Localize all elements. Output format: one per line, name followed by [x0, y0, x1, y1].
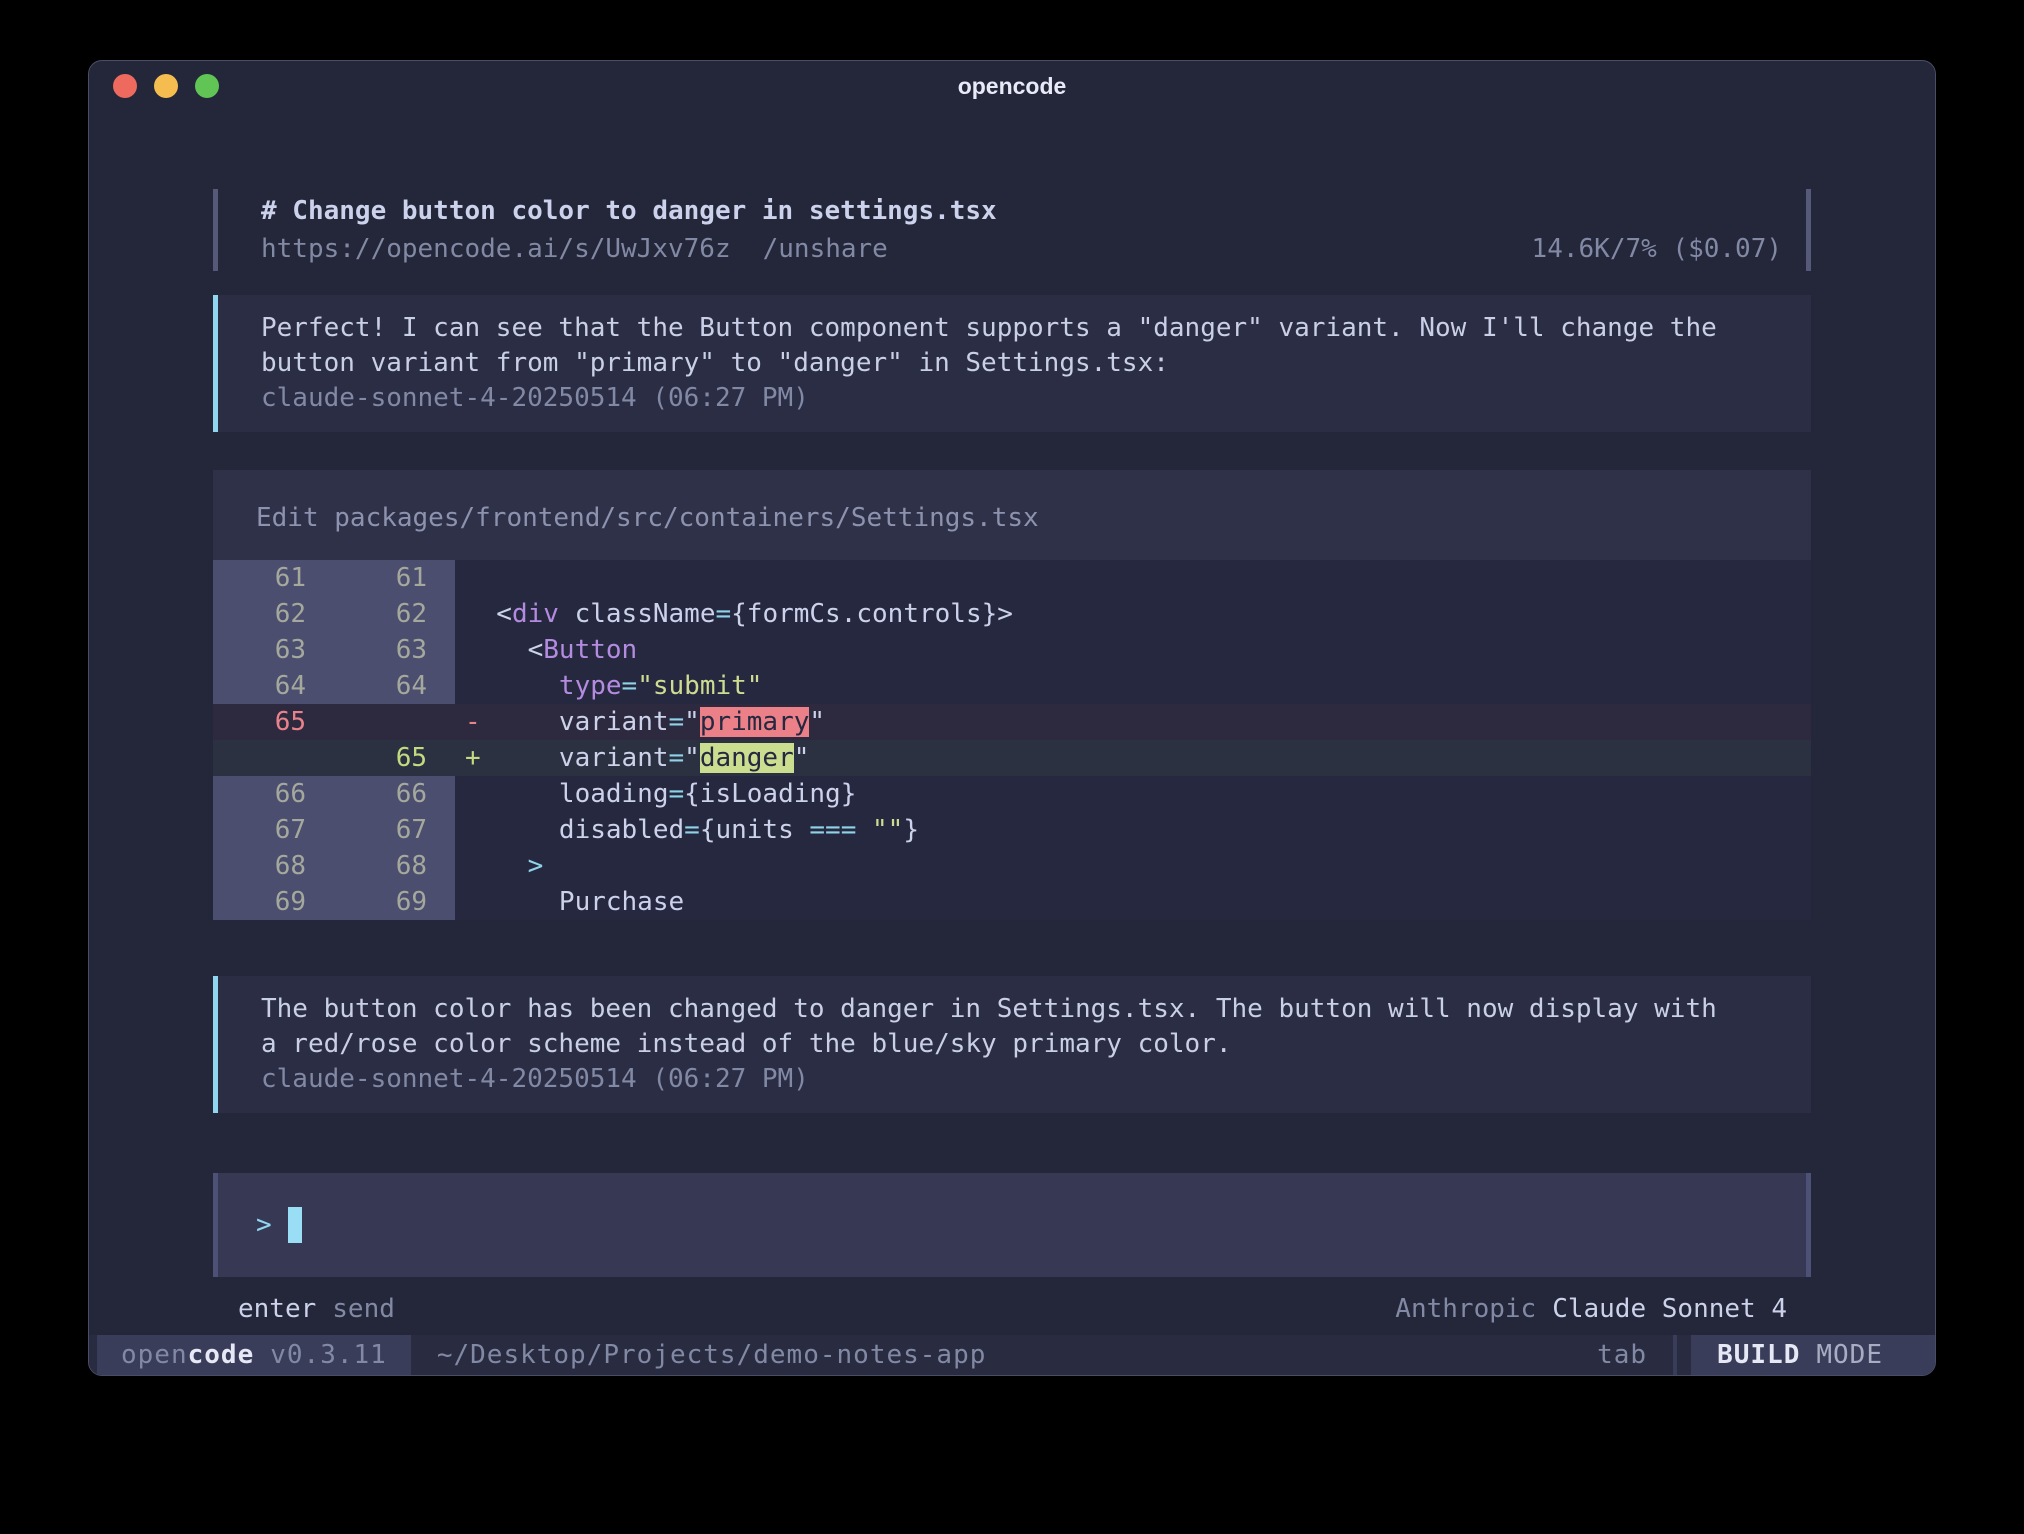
mode-build-label: BUILD — [1717, 1340, 1800, 1370]
diff-row: 6464 type="submit" — [213, 668, 1811, 704]
unshare-command: /unshare — [763, 234, 888, 264]
diff-code-line: disabled={units === ""} — [455, 812, 1811, 848]
diff-line-number-old — [213, 740, 334, 776]
diff-line-number-new: 66 — [334, 776, 455, 812]
diff-code-line: loading={isLoading} — [455, 776, 1811, 812]
diff-rows: 61616262 <div className={formCs.controls… — [213, 560, 1811, 920]
diff-line-number-new: 65 — [334, 740, 455, 776]
diff-code-line: - variant="primary" — [455, 704, 1811, 740]
diff-line-number-new: 69 — [334, 884, 455, 920]
window-title: opencode — [89, 61, 1935, 111]
diff-code-line: <Button — [455, 632, 1811, 668]
edit-tool-panel: Edit packages/frontend/src/containers/Se… — [213, 470, 1811, 920]
session-share-url[interactable]: https://opencode.ai/s/UwJxv76z — [261, 234, 731, 264]
diff-row: 6767 disabled={units === ""} — [213, 812, 1811, 848]
diff-code-line: > — [455, 848, 1811, 884]
diff-code-line: type="submit" — [455, 668, 1811, 704]
mode-indicator[interactable]: BUILD MODE — [1691, 1335, 1935, 1375]
send-action-label: send — [332, 1294, 395, 1324]
enter-key-label: enter — [238, 1294, 316, 1324]
diff-line-number-new: 67 — [334, 812, 455, 848]
diff-row: 6666 loading={isLoading} — [213, 776, 1811, 812]
diff-line-number-old: 64 — [213, 668, 334, 704]
diff-line-number-old: 67 — [213, 812, 334, 848]
diff-line-number-new: 62 — [334, 596, 455, 632]
diff-line-number-new — [334, 704, 455, 740]
diff-line-number-old: 66 — [213, 776, 334, 812]
diff-line-number-new: 61 — [334, 560, 455, 596]
diff-line-number-new: 64 — [334, 668, 455, 704]
hints-row: enter send Anthropic Claude Sonnet 4 — [213, 1291, 1811, 1327]
app-name-open: open — [121, 1340, 188, 1370]
prompt-symbol: > — [256, 1210, 272, 1240]
diff-row: 6262 <div className={formCs.controls}> — [213, 596, 1811, 632]
diff-line-number-new: 63 — [334, 632, 455, 668]
tab-key-hint: tab — [1597, 1340, 1647, 1370]
app-version: v0.3.11 — [270, 1340, 387, 1370]
message-text: Perfect! I can see that the Button compo… — [261, 311, 1811, 381]
diff-row: 6363 <Button — [213, 632, 1811, 668]
app-version-chip: opencode v0.3.11 — [97, 1335, 411, 1375]
diff-line-number-old: 62 — [213, 596, 334, 632]
mode-mode-label: MODE — [1816, 1340, 1883, 1370]
diff-row: 6969 Purchase — [213, 884, 1811, 920]
assistant-message: The button color has been changed to dan… — [213, 976, 1811, 1113]
diff-line-number-old: 65 — [213, 704, 334, 740]
statusbar: opencode v0.3.11 ~/Desktop/Projects/demo-… — [89, 1335, 1935, 1375]
titlebar: opencode — [89, 61, 1935, 111]
diff-code-line: Purchase — [455, 884, 1811, 920]
share-info: https://opencode.ai/s/UwJxv76z/unshare — [261, 230, 888, 268]
prompt-input[interactable]: > — [213, 1173, 1811, 1277]
message-text: The button color has been changed to dan… — [261, 992, 1811, 1062]
diff-code-line: <div className={formCs.controls}> — [455, 596, 1811, 632]
statusbar-spacer — [986, 1335, 1597, 1375]
diff-line-number-old: 69 — [213, 884, 334, 920]
diff-row: 6868 > — [213, 848, 1811, 884]
working-directory: ~/Desktop/Projects/demo-notes-app — [437, 1340, 987, 1370]
message-model-info: claude-sonnet-4-20250514 (06:27 PM) — [261, 1062, 1811, 1097]
model-indicator: Anthropic Claude Sonnet 4 — [1395, 1291, 1787, 1327]
diff-row: 6161 — [213, 560, 1811, 596]
session-meta-row: https://opencode.ai/s/UwJxv76z/unshare 1… — [261, 230, 1782, 268]
statusbar-divider — [1673, 1335, 1677, 1375]
diff-code-line: + variant="danger" — [455, 740, 1811, 776]
opencode-window: opencode # Change button color to danger… — [88, 60, 1936, 1376]
diff-line-number-old: 61 — [213, 560, 334, 596]
diff-code-line — [455, 560, 1811, 596]
session-header: # Change button color to danger in setti… — [213, 189, 1811, 271]
message-model-info: claude-sonnet-4-20250514 (06:27 PM) — [261, 381, 1811, 416]
diff-row: 65+ variant="danger" — [213, 740, 1811, 776]
main-content: # Change button color to danger in setti… — [213, 189, 1811, 1327]
provider-label: Anthropic — [1395, 1294, 1536, 1324]
session-title: # Change button color to danger in setti… — [261, 192, 1782, 230]
app-name-code: code — [188, 1340, 255, 1370]
model-label: Claude Sonnet 4 — [1552, 1294, 1787, 1324]
edit-file-header: Edit packages/frontend/src/containers/Se… — [213, 500, 1811, 536]
send-key-hint: enter send — [238, 1291, 395, 1327]
assistant-message: Perfect! I can see that the Button compo… — [213, 295, 1811, 432]
diff-line-number-new: 68 — [334, 848, 455, 884]
diff-row: 65 - variant="primary" — [213, 704, 1811, 740]
token-usage: 14.6K/7% ($0.07) — [1532, 230, 1782, 268]
diff-line-number-old: 68 — [213, 848, 334, 884]
text-cursor — [288, 1207, 302, 1243]
diff-line-number-old: 63 — [213, 632, 334, 668]
